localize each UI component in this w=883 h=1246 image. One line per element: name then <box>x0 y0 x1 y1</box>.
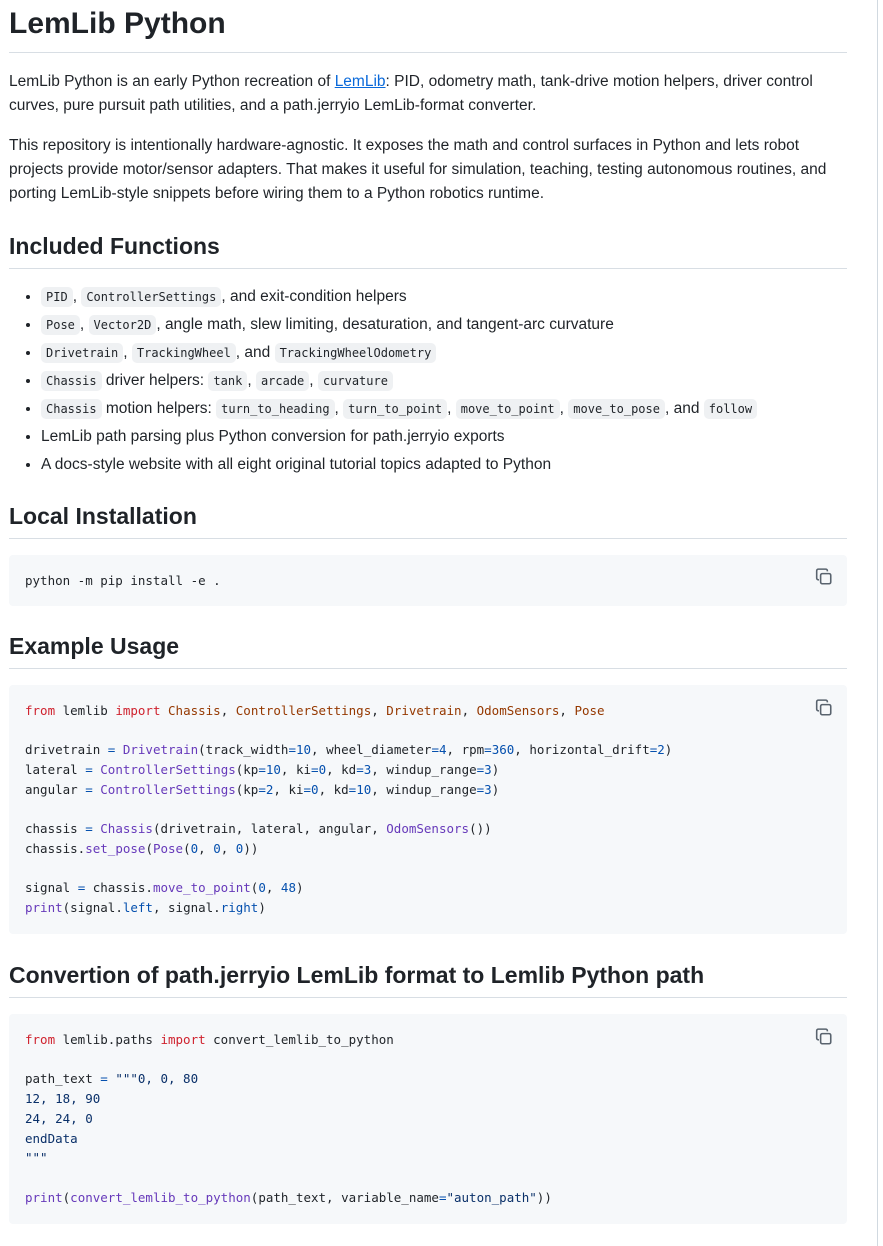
inline-code: move_to_point <box>455 399 560 419</box>
list-item-text: , angle math, slew limiting, desaturatio… <box>156 316 614 333</box>
intro-text: LemLib Python is an early Python recreat… <box>9 73 335 90</box>
intro-paragraph: LemLib Python is an early Python recreat… <box>9 70 847 118</box>
inline-code: turn_to_point <box>343 399 448 419</box>
section-heading-installation: Local Installation <box>9 501 847 539</box>
copy-icon[interactable] <box>815 1028 833 1046</box>
inline-code: Chassis <box>41 371 102 391</box>
inline-code: Drivetrain <box>41 343 124 363</box>
description-paragraph: This repository is intentionally hardwar… <box>9 137 827 202</box>
example-code-block: from lemlib import Chassis, ControllerSe… <box>9 685 847 934</box>
list-item: Drivetrain, TrackingWheel, and TrackingW… <box>41 339 847 367</box>
list-item-text: , and exit-condition helpers <box>221 288 407 305</box>
list-item-text: , and <box>664 400 704 417</box>
install-code-block: python -m pip install -e . <box>9 555 847 606</box>
code-line: python -m pip install -e . <box>25 573 221 588</box>
inline-code: Vector2D <box>88 315 157 335</box>
list-item: LemLib path parsing plus Python conversi… <box>41 423 847 451</box>
list-item-text: , and <box>235 344 275 361</box>
page-title: LemLib Python <box>9 0 847 53</box>
list-item: Chassis motion helpers: turn_to_heading,… <box>41 395 847 423</box>
list-item: Chassis driver helpers: tank, arcade, cu… <box>41 367 847 395</box>
inline-code: turn_to_heading <box>216 399 335 419</box>
list-item: Pose, Vector2D, angle math, slew limitin… <box>41 311 847 339</box>
section-heading-example: Example Usage <box>9 631 847 669</box>
list-item-text: motion helpers: <box>101 400 217 417</box>
section-heading-conversion: Convertion of path.jerryio LemLib format… <box>9 960 847 998</box>
inline-code: Chassis <box>41 399 102 419</box>
page-right-border <box>877 0 878 1246</box>
conversion-code-block: from lemlib.paths import convert_lemlib_… <box>9 1014 847 1224</box>
lemlib-link[interactable]: LemLib <box>335 73 386 90</box>
inline-code: move_to_pose <box>568 399 665 419</box>
copy-icon[interactable] <box>815 568 833 586</box>
code-text: from lemlib.paths import convert_lemlib_… <box>25 1032 552 1205</box>
code-text: from lemlib import Chassis, ControllerSe… <box>25 703 673 916</box>
inline-code: TrackingWheelOdometry <box>274 343 437 363</box>
inline-code: tank <box>208 371 248 391</box>
inline-code: follow <box>703 399 758 419</box>
list-item: PID, ControllerSettings, and exit-condit… <box>41 283 847 311</box>
inline-code: Pose <box>41 315 80 335</box>
list-item-text: driver helpers: <box>101 372 209 389</box>
code-text: python -m pip install -e . <box>9 555 847 607</box>
inline-code: PID <box>41 287 73 307</box>
inline-code: arcade <box>255 371 310 391</box>
inline-code: TrackingWheel <box>131 343 236 363</box>
inline-code: curvature <box>317 371 393 391</box>
list-item: A docs-style website with all eight orig… <box>41 451 847 479</box>
copy-icon[interactable] <box>815 699 833 717</box>
readme-content: LemLib Python LemLib Python is an early … <box>9 0 847 1224</box>
inline-code: ControllerSettings <box>81 287 222 307</box>
included-functions-list: PID, ControllerSettings, and exit-condit… <box>9 283 847 479</box>
section-heading-included: Included Functions <box>9 231 847 269</box>
